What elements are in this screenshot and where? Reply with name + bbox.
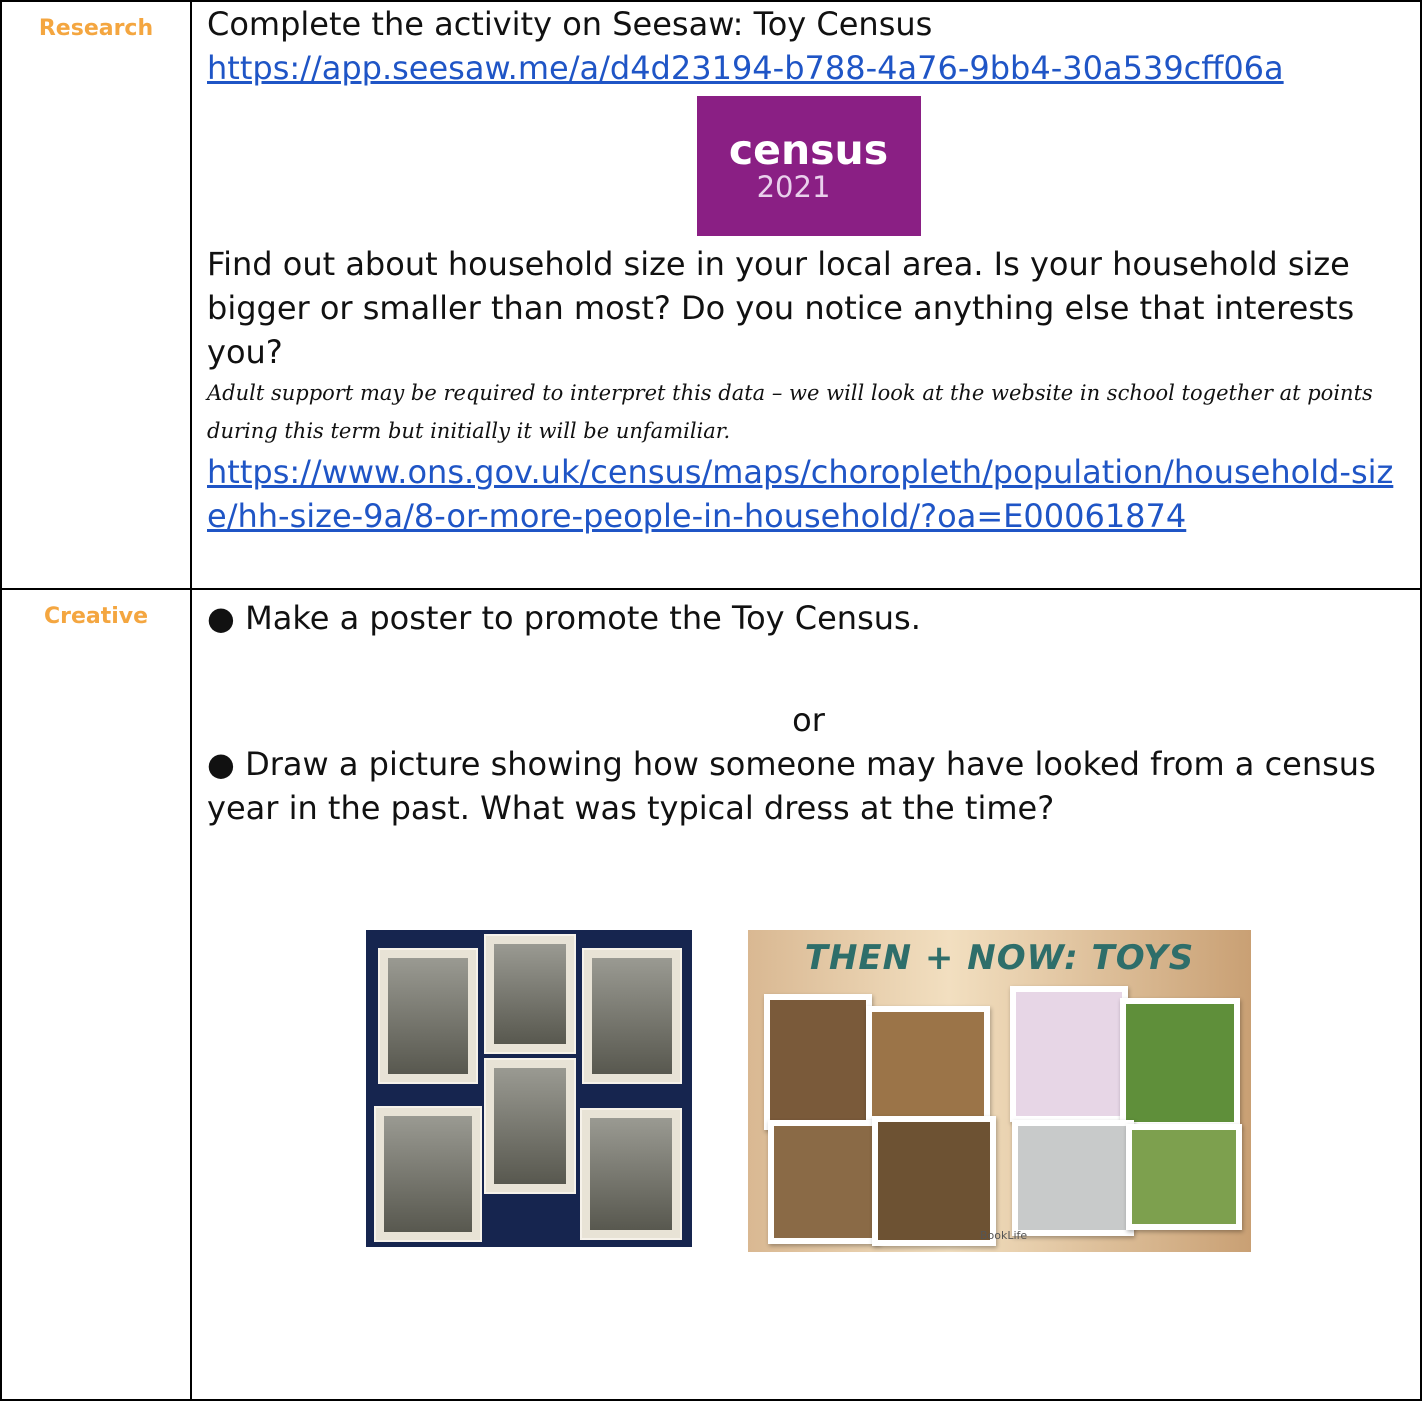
seesaw-link[interactable]: https://app.seesaw.me/a/d4d23194-b788-4a… bbox=[207, 49, 1284, 87]
or-separator: or bbox=[792, 701, 825, 739]
adult-support-note: Adult support may be required to interpr… bbox=[207, 381, 1373, 443]
census-logo-word: census bbox=[728, 126, 889, 174]
toys-poster-title: THEN + NOW: TOYS bbox=[804, 938, 1195, 978]
example-images: THEN + NOW: TOYS BookLife bbox=[207, 930, 1410, 1252]
creative-option-poster: ● Make a poster to promote the Toy Censu… bbox=[207, 599, 921, 637]
research-content: Complete the activity on Seesaw: Toy Cen… bbox=[190, 0, 1422, 590]
ons-census-map-link[interactable]: https://www.ons.gov.uk/census/maps/choro… bbox=[207, 453, 1393, 535]
household-question: Find out about household size in your lo… bbox=[207, 245, 1355, 371]
then-and-now-toys-image: THEN + NOW: TOYS BookLife bbox=[748, 930, 1251, 1252]
research-intro: Complete the activity on Seesaw: Toy Cen… bbox=[207, 5, 933, 43]
census-logo-year: 2021 bbox=[756, 170, 831, 204]
census-2021-logo: census 2021 bbox=[696, 96, 921, 236]
creative-content: ● Make a poster to promote the Toy Censu… bbox=[190, 588, 1422, 1401]
research-label: Research bbox=[0, 0, 192, 590]
research-row: Research Complete the activity on Seesaw… bbox=[0, 0, 1422, 590]
vintage-photo-album-image bbox=[366, 930, 692, 1247]
creative-label: Creative bbox=[0, 588, 192, 1401]
creative-row: Creative ● Make a poster to promote the … bbox=[0, 588, 1422, 1401]
booklife-credit: BookLife bbox=[980, 1229, 1028, 1242]
activity-table: Research Complete the activity on Seesaw… bbox=[0, 0, 1422, 1401]
creative-option-drawing: ● Draw a picture showing how someone may… bbox=[207, 745, 1376, 827]
